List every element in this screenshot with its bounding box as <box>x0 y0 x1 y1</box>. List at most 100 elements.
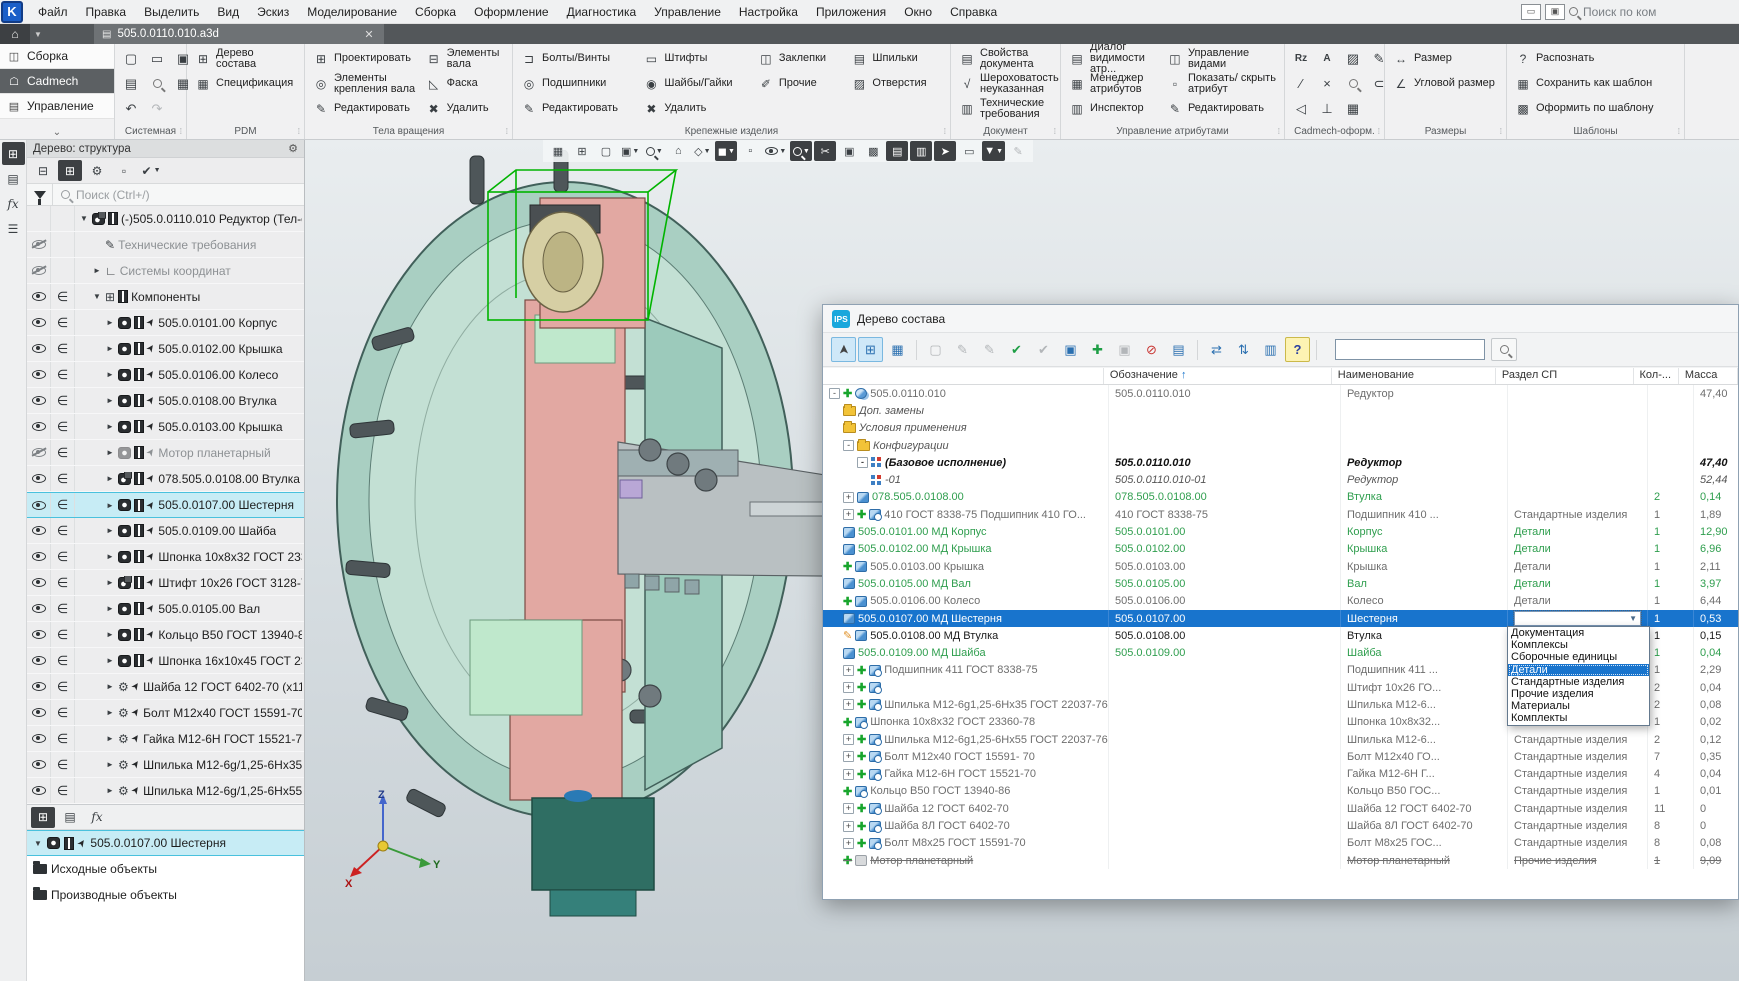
structure-mode-button[interactable]: ⊞ <box>58 160 82 181</box>
expand-box-icon[interactable]: + <box>843 821 854 832</box>
orientation-icon[interactable]: ◇▼ <box>691 141 713 161</box>
column-header[interactable]: Обозначение ↑ <box>1104 368 1332 384</box>
visibility-eye-icon[interactable] <box>32 396 46 405</box>
menu-item-сборка[interactable]: Сборка <box>406 0 465 24</box>
chevron-down-icon[interactable]: ▼ <box>1629 614 1637 623</box>
chevron-right-icon[interactable]: ► <box>105 370 115 379</box>
tree-item[interactable]: ∈►➤505.0.0107.00 Шестерня <box>27 492 304 518</box>
chevron-right-icon[interactable]: ► <box>105 682 115 691</box>
tree-item[interactable]: ▼(-)505.0.0110.010 Редуктор (Тел-о, С <box>27 206 304 232</box>
table-row[interactable]: -(Базовое исполнение)505.0.0110.010Редук… <box>823 454 1738 471</box>
menu-item-выделить[interactable]: Выделить <box>135 0 208 24</box>
dropdown-item[interactable]: Комплекты <box>1508 712 1649 724</box>
open-icon[interactable]: ▭ <box>145 48 169 70</box>
visibility-eye-icon[interactable] <box>32 656 46 665</box>
visibility-eye-icon[interactable] <box>32 760 46 769</box>
composition-search-button[interactable] <box>1491 338 1517 361</box>
menu-item-правка[interactable]: Правка <box>77 0 136 24</box>
column-header[interactable]: Раздел СП <box>1496 368 1634 384</box>
roughness-icon[interactable]: Rz <box>1289 48 1313 70</box>
ribbon-button[interactable]: √Шероховатость неуказанная <box>955 72 1063 96</box>
table-row[interactable]: +✚Шайба 12 ГОСТ 6402-70Шайба 12 ГОСТ 640… <box>823 800 1738 817</box>
table-row[interactable]: ✚505.0.0106.00 Колесо505.0.0106.00Колесо… <box>823 593 1738 610</box>
table-row[interactable]: 505.0.0107.00 МД Шестерня505.0.0107.00Ше… <box>823 610 1738 627</box>
gear-icon[interactable]: ⚙ <box>288 142 298 155</box>
menu-item-управление[interactable]: Управление <box>645 0 730 24</box>
collapse-box-icon[interactable]: - <box>843 440 854 451</box>
dropdown-item[interactable]: Стандартные изделия <box>1508 676 1649 688</box>
table-row[interactable]: -01505.0.0110.010-01Редуктор52,44 <box>823 471 1738 488</box>
tree-view-icon[interactable]: ⊞ <box>858 337 883 362</box>
table-row[interactable]: Доп. замены <box>823 402 1738 419</box>
subtab-fx[interactable]: fx <box>85 807 109 828</box>
ribbon-button[interactable]: ⊟Элементы вала <box>422 47 508 71</box>
visibility-eye-icon[interactable] <box>32 292 46 301</box>
ribbon-button[interactable]: ◺Фаска <box>422 76 508 92</box>
ribbon-tab-сборка[interactable]: ◫Сборка <box>0 44 114 69</box>
display-mode-icon[interactable]: ⊞ <box>571 141 593 161</box>
ribbon-button[interactable]: ◉Шайбы/Гайки <box>639 76 752 92</box>
global-search-input[interactable]: Поиск по ком <box>1569 2 1739 22</box>
column-header[interactable]: Кол-... <box>1634 368 1679 384</box>
panel-tree-structure[interactable]: ⊞ <box>2 142 25 165</box>
menu-item-диагностика[interactable]: Диагностика <box>558 0 646 24</box>
menu-item-окно[interactable]: Окно <box>895 0 941 24</box>
ribbon-button[interactable]: ▦Сохранить как шаблон <box>1511 76 1680 92</box>
tree-item[interactable]: ∈►➤505.0.0103.00 Крышка <box>27 414 304 440</box>
tree-item[interactable]: ∈▼⊞Компоненты <box>27 284 304 310</box>
visibility-eye-icon[interactable] <box>32 786 46 795</box>
ribbon-button[interactable]: ▤Свойства документа <box>955 47 1063 71</box>
dropdown-item[interactable]: Прочие изделия <box>1508 688 1649 700</box>
area-select-button[interactable]: ▫ <box>112 160 136 181</box>
tree-item[interactable]: ∈►⚙➤Шайба 12 ГОСТ 6402-70 (x11) <box>27 674 304 700</box>
display-filter-button[interactable]: ✔▼ <box>139 160 163 181</box>
visibility-eye-icon[interactable] <box>32 501 46 510</box>
table-row[interactable]: -Конфигурации <box>823 437 1738 454</box>
tree-item[interactable]: ∈►➤505.0.0101.00 Корпус <box>27 310 304 336</box>
composition-tree-window[interactable]: IPS Дерево состава ➤⊞▦▢✎✎✔✔▣✚▣⊘▤⇄⇅▥? Обо… <box>822 304 1739 900</box>
chevron-right-icon[interactable]: ► <box>105 318 115 327</box>
table-row[interactable]: ✚Мотор планетарныйМотор планетарныйПрочи… <box>823 852 1738 869</box>
window-restore-icon[interactable]: ▭ <box>1521 4 1541 20</box>
table-icon[interactable]: ▦ <box>1341 98 1365 120</box>
windows-icon[interactable]: ▣▼ <box>619 141 641 161</box>
ribbon-button[interactable]: ?Распознать <box>1511 51 1680 67</box>
sketch-edit-icon[interactable]: ✎ <box>1007 141 1029 161</box>
doc-new-icon[interactable]: ▢ <box>923 337 948 362</box>
dropdown-item[interactable]: Материалы <box>1508 700 1649 712</box>
ribbon-button[interactable]: ▥Инспектор <box>1065 101 1161 117</box>
multi-apply-icon[interactable]: ✔ <box>1031 337 1056 362</box>
expand-box-icon[interactable]: + <box>843 682 854 693</box>
chevron-right-icon[interactable]: ► <box>105 526 115 535</box>
chevron-right-icon[interactable]: ► <box>105 501 115 510</box>
home-button[interactable]: ⌂ <box>0 24 30 44</box>
ribbon-button[interactable]: ▨Отверстия <box>847 76 946 92</box>
properties-list-icon[interactable]: ▤ <box>1166 337 1191 362</box>
visibility-eye-icon[interactable] <box>32 682 46 691</box>
chevron-right-icon[interactable]: ► <box>105 604 115 613</box>
ribbon-collapse-icon[interactable]: ⌄ <box>0 119 114 139</box>
dropdown-item[interactable]: Документация <box>1508 627 1649 639</box>
image-icon[interactable]: ▩ <box>862 141 884 161</box>
ribbon-button[interactable]: ▭Штифты <box>639 51 752 67</box>
zoom-area-icon[interactable]: ▼ <box>790 141 812 161</box>
multi-save-icon[interactable]: ▣ <box>1112 337 1137 362</box>
subpanel-folder[interactable]: Исходные объекты <box>27 856 304 882</box>
table-row[interactable]: ✚Кольцо В50 ГОСТ 13940-86Кольцо В50 ГОС.… <box>823 783 1738 800</box>
expand-box-icon[interactable]: + <box>843 665 854 676</box>
help-icon[interactable]: ? <box>1285 337 1310 362</box>
print-icon[interactable]: ▤ <box>119 73 143 95</box>
column-header[interactable]: Наименование <box>1332 368 1496 384</box>
multi-edit-icon[interactable]: ✎ <box>977 337 1002 362</box>
close-tab-icon[interactable]: ✕ <box>362 28 376 41</box>
ribbon-tab-cadmech[interactable]: ☖Cadmech <box>0 69 114 94</box>
table-row[interactable]: +✚Болт М8x25 ГОСТ 15591-70Болт М8x25 ГОС… <box>823 835 1738 852</box>
expand-box-icon[interactable]: + <box>843 699 854 710</box>
visibility-eye-icon[interactable] <box>32 474 46 483</box>
ribbon-button[interactable]: ✐Прочие <box>754 76 846 92</box>
preview-icon[interactable] <box>145 73 169 95</box>
composition-window-titlebar[interactable]: IPS Дерево состава <box>823 305 1738 333</box>
table-row[interactable]: -✚505.0.0110.010505.0.0110.010Редуктор47… <box>823 385 1738 402</box>
ribbon-button[interactable]: ▩Оформить по шаблону <box>1511 101 1680 117</box>
doc-edit-icon[interactable]: ✎ <box>950 337 975 362</box>
